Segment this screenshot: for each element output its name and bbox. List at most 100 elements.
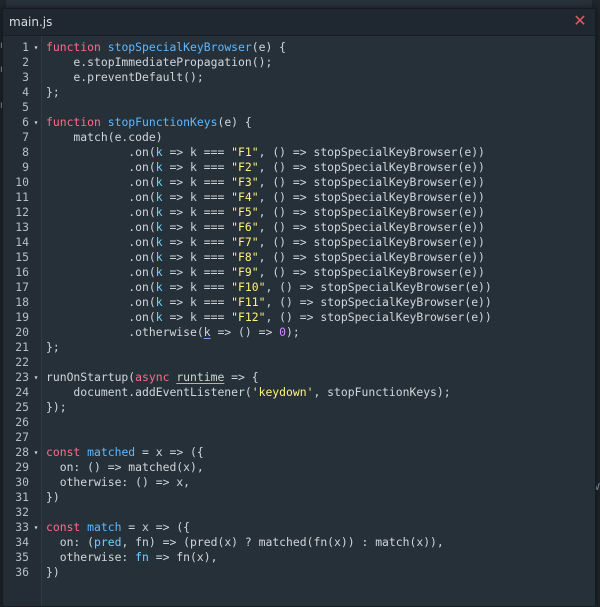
code-token: => k === <box>162 190 232 204</box>
code-token: 'keydown' <box>251 385 314 399</box>
code-line[interactable]: document.addEventListener('keydown', sto… <box>42 385 595 400</box>
code-line[interactable]: }; <box>42 85 595 100</box>
gutter-line: 21 <box>3 340 41 355</box>
line-number: 11 <box>15 190 29 204</box>
gutter-line: 24 <box>3 385 41 400</box>
line-number: 32 <box>15 505 29 519</box>
gutter-line: 20 <box>3 325 41 340</box>
code-line[interactable]: .on(k => k === "F9", () => stopSpecialKe… <box>42 265 595 280</box>
code-line[interactable]: on: () => matched(x), <box>42 460 595 475</box>
code-token: runtime <box>176 370 225 384</box>
code-token: }; <box>46 85 60 99</box>
code-token: , () => stopSpecialKeyBrowser(e)) <box>258 205 485 219</box>
code-token: , fn) => (pred(x) ? matched(fn(x)) : mat… <box>121 535 444 549</box>
title-bar[interactable]: main.js ✕ <box>3 9 595 36</box>
fold-arrow-icon[interactable]: ▾ <box>32 445 40 460</box>
code-line[interactable]: function stopFunctionKeys(e) { <box>42 115 595 130</box>
code-line[interactable]: runOnStartup(async runtime => { <box>42 370 595 385</box>
line-number: 33 <box>15 520 29 534</box>
code-line[interactable]: e.stopImmediatePropagation(); <box>42 55 595 70</box>
code-line[interactable] <box>42 355 595 370</box>
code-token: "F1" <box>231 145 259 159</box>
gutter-line: 15 <box>3 250 41 265</box>
code-line[interactable] <box>42 505 595 520</box>
code-line[interactable]: const matched = x => ({ <box>42 445 595 460</box>
line-number: 3 <box>22 70 29 84</box>
gutter-line: 32 <box>3 505 41 520</box>
code-line[interactable] <box>42 415 595 430</box>
code-token: k <box>155 235 163 249</box>
gutter-line: 8 <box>3 145 41 160</box>
fold-arrow-icon[interactable]: ▾ <box>32 520 40 535</box>
line-number: 16 <box>15 265 29 279</box>
code-token: k <box>155 145 163 159</box>
code-text: const matched = x => ({ <box>46 445 204 460</box>
fold-arrow-icon[interactable]: ▾ <box>32 40 40 55</box>
code-line[interactable]: .on(k => k === "F12", () => stopSpecialK… <box>42 310 595 325</box>
code-line[interactable]: .on(k => k === "F1", () => stopSpecialKe… <box>42 145 595 160</box>
fold-arrow-icon[interactable]: ▾ <box>32 370 40 385</box>
code-token: k <box>155 280 163 294</box>
code-line[interactable]: .on(k => k === "F6", () => stopSpecialKe… <box>42 220 595 235</box>
code-token: function <box>46 115 101 129</box>
code-token: k <box>155 265 163 279</box>
close-button[interactable]: ✕ <box>571 12 589 30</box>
code-line[interactable]: .on(k => k === "F7", () => stopSpecialKe… <box>42 235 595 250</box>
code-token: stopFunctionKeys <box>107 115 218 129</box>
fold-arrow-icon[interactable]: ▾ <box>32 115 40 130</box>
code-token: , () => stopSpecialKeyBrowser(e)) <box>258 160 485 174</box>
code-line[interactable]: .on(k => k === "F2", () => stopSpecialKe… <box>42 160 595 175</box>
code-line[interactable] <box>42 430 595 445</box>
code-line[interactable]: }); <box>42 400 595 415</box>
code-line[interactable]: }) <box>42 490 595 505</box>
code-line[interactable] <box>42 100 595 115</box>
code-line[interactable]: }; <box>42 340 595 355</box>
code-line[interactable]: e.preventDefault(); <box>42 70 595 85</box>
code-token: "F5" <box>231 205 259 219</box>
code-token: "F8" <box>231 250 259 264</box>
code-line[interactable]: .on(k => k === "F5", () => stopSpecialKe… <box>42 205 595 220</box>
code-line[interactable]: .otherwise(k => () => 0); <box>42 325 595 340</box>
code-token: => k === <box>162 145 232 159</box>
gutter-line: 23 ▾ <box>3 370 41 385</box>
code-text: .on(k => k === "F2", () => stopSpecialKe… <box>46 160 485 175</box>
code-token: , () => stopSpecialKeyBrowser(e)) <box>258 145 485 159</box>
code-token: const <box>46 445 81 459</box>
code-line[interactable]: }) <box>42 565 595 580</box>
code-line[interactable]: const match = x => ({ <box>42 520 595 535</box>
code-text: .on(k => k === "F4", () => stopSpecialKe… <box>46 190 485 205</box>
code-line[interactable]: match(e.code) <box>42 130 595 145</box>
code-text: }) <box>46 490 60 505</box>
code-token: => k === <box>162 280 232 294</box>
code-line[interactable]: .on(k => k === "F8", () => stopSpecialKe… <box>42 250 595 265</box>
code-text: .on(k => k === "F11", () => stopSpecialK… <box>46 295 492 310</box>
code-line[interactable]: .on(k => k === "F11", () => stopSpecialK… <box>42 295 595 310</box>
code-token: => () => <box>210 325 280 339</box>
code-text: .on(k => k === "F12", () => stopSpecialK… <box>46 310 492 325</box>
code-token: match(e.code) <box>46 130 163 144</box>
code-line[interactable]: .on(k => k === "F4", () => stopSpecialKe… <box>42 190 595 205</box>
code-token: "F10" <box>231 280 266 294</box>
code-token: => k === <box>162 310 232 324</box>
gutter-line: 3 <box>3 70 41 85</box>
code-text: }) <box>46 565 60 580</box>
code-line[interactable]: .on(k => k === "F10", () => stopSpecialK… <box>42 280 595 295</box>
editor-area[interactable]: 1 ▾ 2 3 4 5 6 ▾ 7 8 9 10 11 12 13 14 15 16 17 18 19 20 21 22 23 ▾… <box>3 36 595 606</box>
gutter-line: 36 <box>3 565 41 580</box>
code-token: function <box>46 40 101 54</box>
code-line[interactable]: on: (pred, fn) => (pred(x) ? matched(fn(… <box>42 535 595 550</box>
code-token: k <box>155 220 163 234</box>
gutter-line: 9 <box>3 160 41 175</box>
code-line[interactable]: .on(k => k === "F3", () => stopSpecialKe… <box>42 175 595 190</box>
code-token: matched <box>87 445 136 459</box>
code-line[interactable]: otherwise: fn => fn(x), <box>42 550 595 565</box>
code-text: }); <box>46 400 67 415</box>
gutter-line: 29 <box>3 460 41 475</box>
code-token: document.addEventListener( <box>46 385 252 399</box>
code-token: , () => stopSpecialKeyBrowser(e)) <box>258 235 485 249</box>
code-area[interactable]: function stopSpecialKeyBrowser(e) { e.st… <box>42 36 595 606</box>
code-line[interactable]: otherwise: () => x, <box>42 475 595 490</box>
code-token: k <box>155 190 163 204</box>
code-line[interactable]: function stopSpecialKeyBrowser(e) { <box>42 40 595 55</box>
